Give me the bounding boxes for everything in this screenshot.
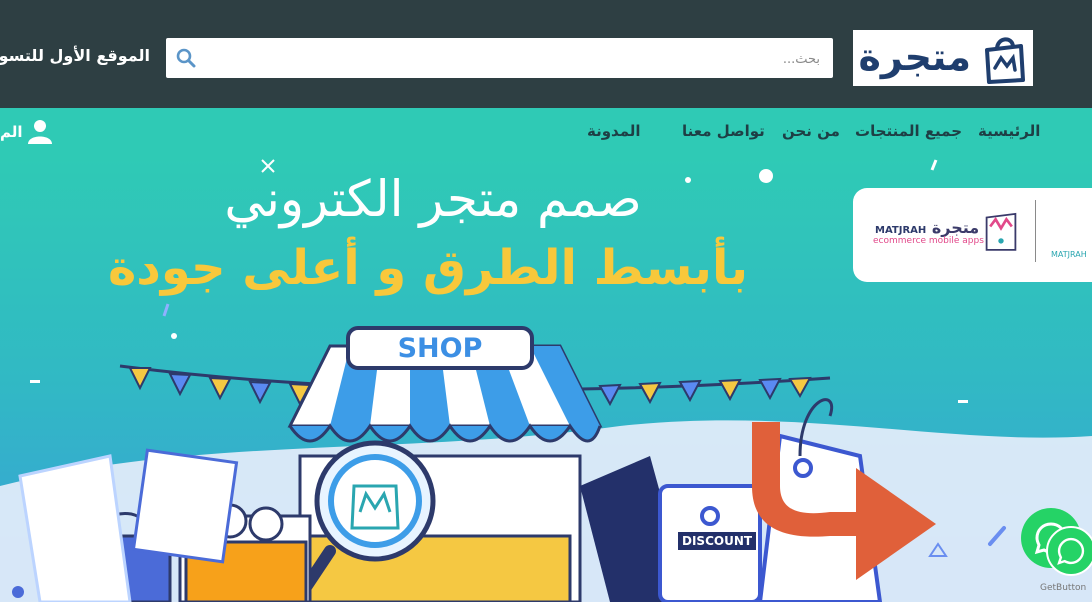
- whatsapp-chat-button[interactable]: [1046, 526, 1092, 576]
- getbutton-credit[interactable]: GetButton: [1040, 583, 1086, 593]
- nav-item-all-products[interactable]: جميع المنتجات: [855, 122, 962, 140]
- brand-logo-icon: [985, 212, 1017, 251]
- brand-card: MATJRAH متجرة ecommerce mobile apps MATJ…: [853, 188, 1092, 282]
- shop-sign-text: SHOP: [397, 333, 483, 364]
- nav-item-home[interactable]: الرئيسية: [978, 122, 1040, 140]
- search-icon[interactable]: [176, 48, 196, 68]
- user-icon: [28, 120, 52, 144]
- whatsapp-icon: [1057, 537, 1085, 565]
- hero-subheadline: بأبسط الطرق و أعلى جودة: [107, 240, 748, 296]
- brand-subtitle: ecommerce mobile apps: [873, 236, 984, 246]
- brand-divider: [1035, 200, 1036, 262]
- site-tagline: الموقع الأول للتسوق: [0, 46, 150, 65]
- discount-tag-label: DISCOUNT: [678, 532, 757, 550]
- search-input[interactable]: [206, 38, 822, 80]
- logo-wordmark: متجرة: [858, 35, 972, 79]
- search-bar: [166, 38, 833, 80]
- shop-sign: SHOP: [346, 326, 534, 370]
- nav-item-blog[interactable]: المدونة: [587, 122, 641, 140]
- brand-name-arabic: MATJRAH متجرة: [875, 218, 980, 237]
- brand-name-latin: MATJRAH: [1051, 250, 1087, 259]
- main-nav: الرئيسية جميع المنتجات من نحن تواصل معنا…: [0, 108, 1092, 156]
- shopping-bag-icon: [985, 37, 1025, 84]
- account-label: الم: [0, 123, 23, 141]
- nav-item-contact[interactable]: تواصل معنا: [682, 122, 765, 140]
- hero-headline: صمم متجر الكتروني: [224, 170, 642, 228]
- nav-item-about[interactable]: من نحن: [782, 122, 840, 140]
- site-logo[interactable]: متجرة: [853, 30, 1033, 86]
- top-header: متجرة الموقع الأول للتسوق: [0, 0, 1092, 108]
